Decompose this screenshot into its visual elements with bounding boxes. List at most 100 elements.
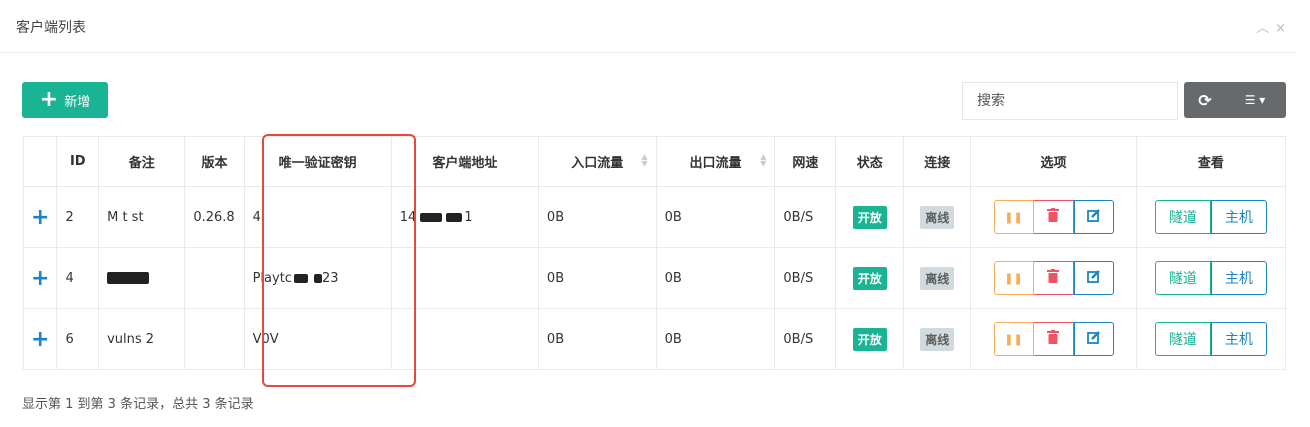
trash-icon (1047, 330, 1059, 348)
cell-id: 4 (56, 247, 100, 309)
cell-speed: 0B/S (774, 247, 837, 309)
option-button-group: ❚❚ (993, 261, 1114, 295)
status-badge: 开放 (852, 327, 887, 351)
pause-button[interactable]: ❚❚ (993, 200, 1034, 234)
view-button-group: 隧道 主机 (1154, 261, 1267, 295)
refresh-button[interactable]: ⟳ (1184, 82, 1226, 118)
edit-button[interactable] (1073, 261, 1114, 295)
remark-text: M t st (107, 209, 144, 225)
redaction (446, 212, 463, 222)
view-button-group: 隧道 主机 (1154, 200, 1267, 234)
th-speed[interactable]: 网速 (774, 136, 837, 187)
pause-icon: ❚❚ (1004, 271, 1023, 285)
cell-remark (98, 247, 186, 309)
edit-icon (1086, 330, 1101, 348)
cell-view: 隧道 主机 (1135, 247, 1287, 309)
panel-tools: ︿× (1256, 17, 1292, 36)
columns-dropdown-button[interactable]: ☰ ▾ (1226, 82, 1284, 118)
client-list-panel: 客户端列表 ︿× + 新增 ⟳ ☰ ▾ ID 备注 版本 唯一验证密钥 客户端地… (0, 0, 1310, 427)
search-input[interactable] (962, 82, 1178, 120)
view-tunnel-button[interactable]: 隧道 (1154, 200, 1211, 234)
cell-connection: 离线 (903, 247, 972, 309)
cell-status: 开放 (835, 247, 905, 309)
add-client-button[interactable]: + 新增 (22, 82, 108, 118)
pause-button[interactable]: ❚❚ (993, 322, 1034, 356)
expand-row-icon[interactable]: + (22, 247, 58, 309)
pause-icon: ❚❚ (1004, 210, 1023, 224)
redaction (313, 273, 322, 283)
th-connection[interactable]: 连接 (903, 136, 972, 187)
remark-text: vulns 2 (107, 331, 155, 347)
th-id[interactable]: ID (56, 136, 100, 187)
cell-connection: 离线 (903, 308, 972, 370)
view-host-button[interactable]: 主机 (1210, 261, 1267, 295)
expand-row-icon[interactable]: + (22, 186, 58, 248)
cell-outflow: 0B (655, 308, 776, 370)
cell-verify-key: V0V (243, 308, 392, 370)
cell-options: ❚❚ (970, 186, 1137, 248)
connection-badge: 离线 (920, 327, 955, 351)
cell-view: 隧道 主机 (1135, 186, 1287, 248)
th-outflow-label: 出口流量 (689, 156, 742, 171)
view-button-group: 隧道 主机 (1154, 322, 1267, 356)
edit-button[interactable] (1073, 200, 1114, 234)
view-tunnel-button[interactable]: 隧道 (1154, 261, 1211, 295)
delete-button[interactable] (1033, 200, 1074, 234)
cell-options: ❚❚ (970, 308, 1137, 370)
plus-icon: + (39, 87, 59, 112)
chevron-up-icon[interactable]: ︿ (1256, 21, 1275, 36)
table-row: + 4 Playtc 23 0B 0B 0B/S 开放 离线 ❚❚ 隧道 主机 (22, 247, 1287, 309)
table-tools-group: ⟳ ☰ ▾ (1184, 82, 1286, 118)
connection-badge: 离线 (920, 205, 955, 229)
cell-inflow: 0B (537, 308, 657, 370)
sort-icon[interactable]: ▲ ▼ (642, 153, 648, 168)
add-button-label: 新增 (64, 94, 91, 110)
list-icon: ☰ (1244, 93, 1256, 107)
verify-key-text: 4 (252, 209, 261, 225)
sort-icon[interactable]: ▲ ▼ (760, 153, 766, 168)
th-version[interactable]: 版本 (184, 136, 245, 187)
delete-button[interactable] (1033, 322, 1074, 356)
close-icon[interactable]: × (1275, 21, 1292, 36)
cell-remark: M t st (98, 186, 186, 248)
client-table: ID 备注 版本 唯一验证密钥 客户端地址 入口流量 ▲ ▼ 出口流量 ▲ ▼ 网速 状… (22, 136, 1287, 370)
edit-button[interactable] (1073, 322, 1114, 356)
table-row: + 6 vulns 2 V0V 0B 0B 0B/S 开放 离线 ❚❚ 隧道 主… (22, 308, 1287, 370)
redaction (420, 212, 443, 222)
th-expand (22, 136, 58, 187)
th-status[interactable]: 状态 (835, 136, 905, 187)
delete-button[interactable] (1033, 261, 1074, 295)
expand-row-icon[interactable]: + (22, 308, 58, 370)
cell-remark: vulns 2 (98, 308, 186, 370)
cell-status: 开放 (835, 308, 905, 370)
th-inflow[interactable]: 入口流量 ▲ ▼ (537, 136, 657, 187)
view-host-button[interactable]: 主机 (1210, 200, 1267, 234)
th-remark[interactable]: 备注 (98, 136, 186, 187)
cell-inflow: 0B (537, 247, 657, 309)
caret-down-icon: ▾ (1259, 93, 1266, 107)
table-header-row: ID 备注 版本 唯一验证密钥 客户端地址 入口流量 ▲ ▼ 出口流量 ▲ ▼ 网速 状… (22, 136, 1287, 187)
trash-icon (1047, 269, 1059, 287)
cell-verify-key: Playtc 23 (243, 247, 392, 309)
edit-icon (1086, 208, 1101, 226)
option-button-group: ❚❚ (993, 322, 1114, 356)
cell-outflow: 0B (655, 247, 776, 309)
th-outflow[interactable]: 出口流量 ▲ ▼ (655, 136, 776, 187)
verify-key-end: 23 (321, 270, 339, 286)
verify-key-text: Playtc (252, 270, 292, 286)
cell-verify-key: 4 (243, 186, 392, 248)
status-badge: 开放 (852, 266, 887, 290)
view-host-button[interactable]: 主机 (1210, 322, 1267, 356)
view-tunnel-button[interactable]: 隧道 (1154, 322, 1211, 356)
cell-version (184, 308, 245, 370)
th-view: 查看 (1135, 136, 1287, 187)
edit-icon (1086, 269, 1101, 287)
refresh-icon: ⟳ (1198, 90, 1212, 110)
th-inflow-label: 入口流量 (571, 156, 624, 171)
th-verify-key[interactable]: 唯一验证密钥 (243, 136, 392, 187)
cell-version: 0.26.8 (184, 186, 245, 248)
th-client-address[interactable]: 客户端地址 (390, 136, 539, 187)
pause-button[interactable]: ❚❚ (993, 261, 1034, 295)
cell-id: 6 (56, 308, 100, 370)
cell-client-address (390, 308, 539, 370)
